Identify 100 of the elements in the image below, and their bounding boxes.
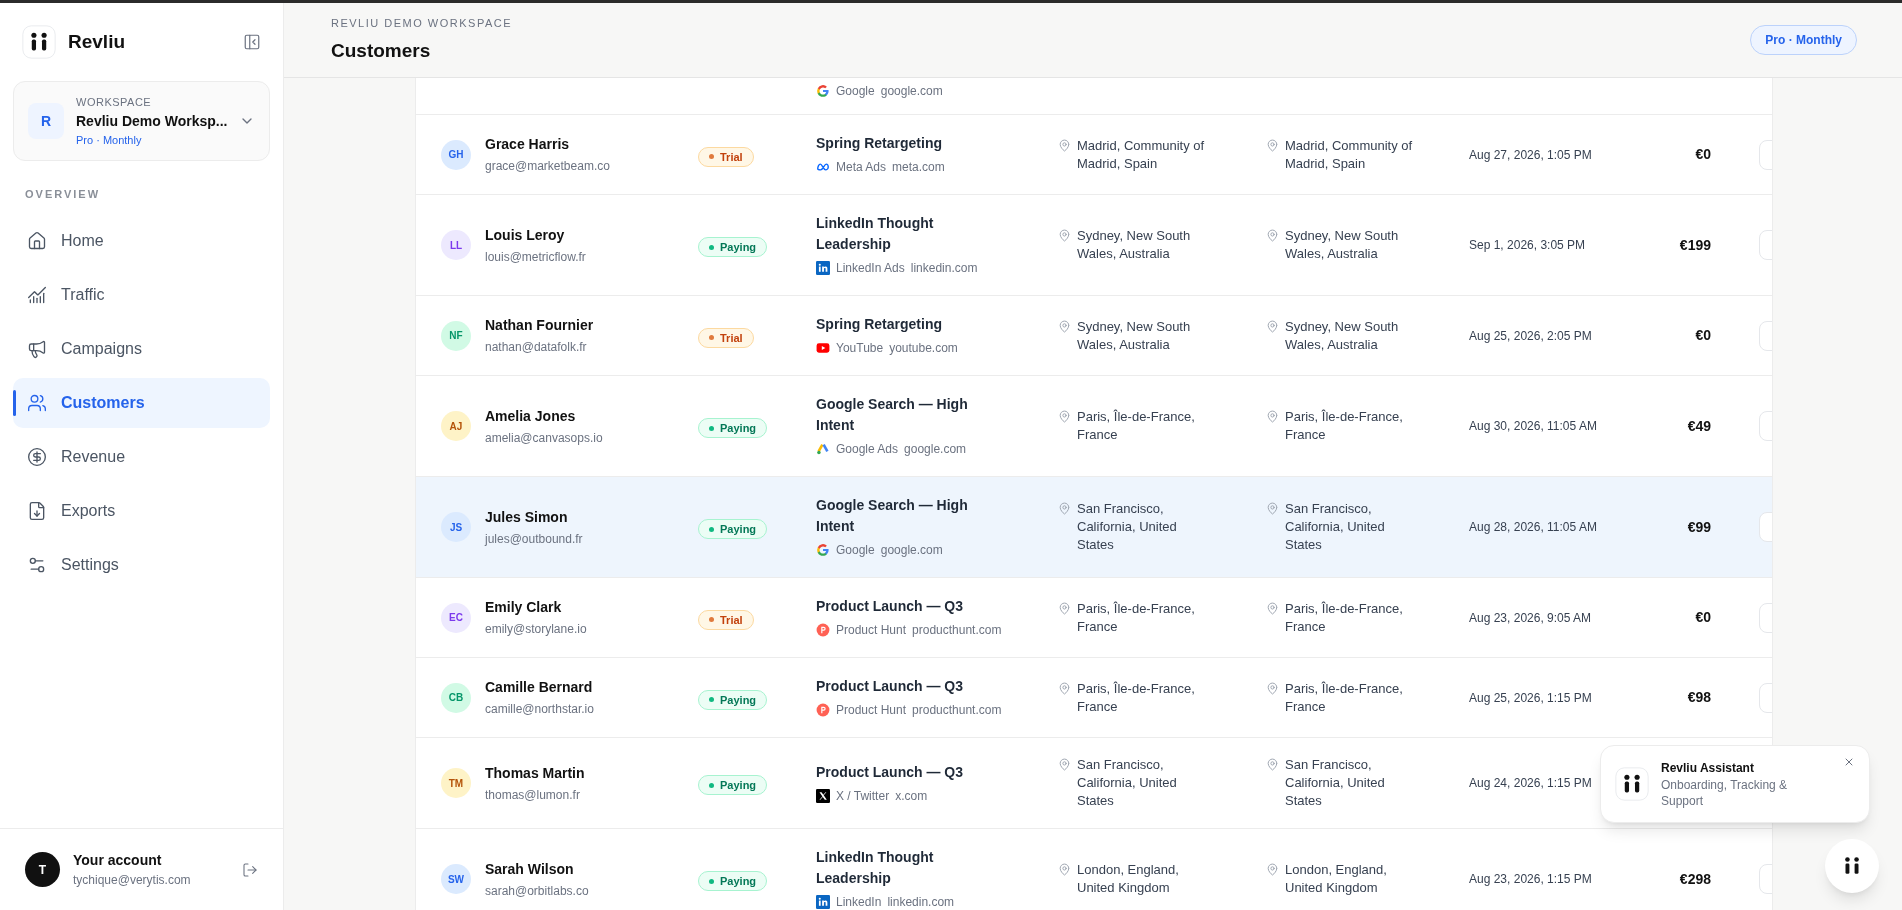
source-platform: Product Hunt [836,622,907,639]
customer-avatar: LL [441,230,471,260]
customer-email: emily@storylane.io [485,621,587,638]
date-text: Aug 23, 2026, 1:15 PM [1469,871,1592,888]
date-text: Aug 25, 2026, 2:05 PM [1469,327,1592,345]
amount-text: €99 [1687,517,1711,537]
date-text: Aug 30, 2026, 11:05 AM [1469,418,1597,435]
location-text: Madrid, Community of Madrid, Spain [1077,136,1206,173]
customer-email: nathan@datafolk.fr [485,339,588,356]
section-label: OVERVIEW [25,187,102,202]
amount-text: €0 [1695,608,1711,627]
location-text: Paris, Île-de-France, France [1077,679,1196,716]
date-text: Aug 25, 2026, 1:15 PM [1469,689,1592,707]
amount-text: €298 [1679,869,1711,889]
source-domain: meta.com [892,159,945,176]
customer-avatar: CB [441,682,471,713]
source-platform: Product Hunt [836,702,907,719]
source-domain: google.com [904,441,967,458]
status-badge: Trial [698,327,754,348]
customer-name: Sarah Wilson [485,859,575,879]
customer-avatar: AJ [441,411,471,441]
campaign-name: Google Search — High Intent [816,496,969,536]
location-text: London, England, United Kingdom [1285,861,1388,897]
location-text: Sydney, New South Wales, Australia [1077,317,1192,354]
source-platform: Meta Ads [836,159,887,176]
source-platform: Google Ads [836,441,899,458]
customer-name: Thomas Martin [485,763,585,783]
customer-email: jules@outbound.fr [485,530,583,548]
customer-name: Amelia Jones [485,406,577,426]
source-platform: LinkedIn Ads [836,260,905,277]
customer-email: amelia@canvasops.io [485,429,603,447]
workspace-caption: REVLIU DEMO WORKSPACE [331,15,513,31]
customer-name: Camille Bernard [485,678,594,697]
source-domain: youtube.com [889,340,958,357]
assistant-title: Revliu Assistant [1661,760,1755,777]
amount-text: €199 [1679,235,1711,255]
source-platform: LinkedIn [836,894,882,910]
customer-email: grace@marketbeam.co [485,158,610,175]
source-platform: X / Twitter [836,787,890,805]
amount-text: €98 [1687,688,1711,707]
location-text: Paris, Île-de-France, France [1285,599,1404,636]
customer-email: camille@northstar.io [485,701,594,718]
customer-email: sarah@orbitlabs.co [485,882,589,900]
customer-avatar: SW [441,864,471,894]
source-domain: google.com [880,83,943,100]
campaign-name: Google Search — High Intent [816,395,969,435]
account-avatar: T [25,852,60,887]
workspace-avatar: R [28,103,64,139]
source-domain: linkedin.com [910,260,978,277]
status-badge: Trial [698,146,754,167]
location-text: London, England, United Kingdom [1077,861,1180,897]
status-badge: Paying [698,871,768,892]
date-text: Aug 27, 2026, 1:05 PM [1469,146,1592,164]
status-badge: Trial [698,609,754,630]
brand-name: Revliu [68,29,126,54]
location-text: Paris, Île-de-France, France [1285,679,1404,716]
customer-avatar: NF [441,320,471,351]
source-platform: Google [836,542,875,559]
source-domain: x.com [895,787,928,805]
customer-email: thomas@lumon.fr [485,786,581,804]
campaign-name: Product Launch — Q3 [816,762,963,782]
source-domain: producthunt.com [912,622,1002,639]
campaign-name: Product Launch — Q3 [816,597,963,616]
account-title: Your account [73,851,163,870]
campaign-name: LinkedIn Thought Leadership [816,214,935,254]
page-title: Customers [331,39,432,63]
location-text: San Francisco, California, United States [1285,500,1386,554]
customer-avatar: GH [441,139,471,170]
customer-name: Jules Simon [485,507,569,527]
location-text: Madrid, Community of Madrid, Spain [1285,136,1414,173]
campaign-name: LinkedIn Thought Leadership [816,848,935,888]
location-text: San Francisco, California, United States [1077,500,1178,554]
status-badge: Paying [698,689,768,710]
customer-avatar: TM [441,768,471,798]
source-platform: Google [836,83,875,100]
customer-name: Grace Harris [485,135,571,154]
account-email: tychique@verytis.com [73,872,192,889]
campaign-name: Spring Retargeting [816,315,942,334]
location-text: Sydney, New South Wales, Australia [1285,227,1400,263]
location-text: San Francisco, California, United States [1077,756,1178,810]
date-text: Aug 28, 2026, 11:05 AM [1469,519,1597,536]
source-domain: linkedin.com [887,894,955,910]
location-text: Sydney, New South Wales, Australia [1285,317,1400,354]
status-badge: Paying [698,519,768,540]
amount-text: €49 [1687,416,1711,436]
customer-name: Emily Clark [485,598,563,617]
date-text: Aug 24, 2026, 1:15 PM [1469,775,1592,792]
location-text: Paris, Île-de-France, France [1077,408,1196,444]
amount-text: €0 [1695,326,1711,345]
customer-name: Nathan Fournier [485,316,594,335]
workspace-label: WORKSPACE [76,95,153,110]
source-domain: google.com [880,542,943,559]
workspace-name: Revliu Demo Worksp... [76,111,227,131]
campaign-name: Spring Retargeting [816,134,942,153]
date-text: Aug 23, 2026, 9:05 AM [1469,609,1592,627]
location-text: Paris, Île-de-France, France [1077,599,1196,636]
source-domain: producthunt.com [912,702,1002,719]
location-text: Sydney, New South Wales, Australia [1077,227,1192,263]
location-text: Paris, Île-de-France, France [1285,408,1404,444]
workspace-plan: Pro · Monthly [76,132,143,148]
